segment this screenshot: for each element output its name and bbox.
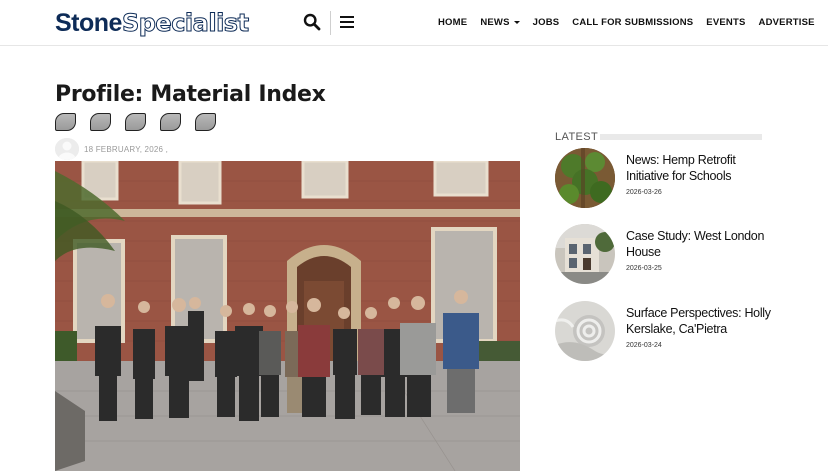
nav-item-call-for-submissions[interactable]: CALL FOR SUBMISSIONS xyxy=(572,17,693,28)
share-button[interactable] xyxy=(90,113,111,131)
sidebar-heading-rule xyxy=(600,134,762,140)
post-thumbnail[interactable] xyxy=(555,148,615,208)
post-title[interactable]: Case Study: West London House xyxy=(626,229,771,260)
nav-label: HOME xyxy=(438,17,468,28)
search-icon[interactable] xyxy=(303,13,321,31)
post-title[interactable]: Surface Perspectives: Holly Kerslake, Ca… xyxy=(626,306,771,337)
share-button[interactable] xyxy=(125,113,146,131)
article-title: Profile: Material Index xyxy=(55,82,326,107)
share-buttons xyxy=(55,113,230,131)
post-date: 2026-03-24 xyxy=(626,342,662,349)
nav-label: JOBS xyxy=(532,17,560,28)
nav-item-home[interactable]: HOME xyxy=(438,17,467,28)
share-button[interactable] xyxy=(160,113,181,131)
share-button[interactable] xyxy=(55,113,76,131)
hero-photo xyxy=(55,161,520,471)
nav-item-jobs[interactable]: JOBS xyxy=(533,17,560,28)
nav-item-advertise[interactable]: ADVERTISE xyxy=(759,17,815,28)
sidebar-heading: LATEST xyxy=(555,131,599,143)
share-button[interactable] xyxy=(195,113,216,131)
post-date: 2026-03-26 xyxy=(626,189,662,196)
nav-item-events[interactable]: EVENTS xyxy=(706,17,745,28)
header-divider xyxy=(330,11,331,35)
nav-item-news[interactable]: NEWS xyxy=(480,17,520,28)
latest-post[interactable]: Surface Perspectives: Holly Kerslake, Ca… xyxy=(555,301,771,363)
logo-part-stone: Stone xyxy=(55,9,122,37)
site-header: Stone Specialist HOME NEWS JOBS CALL FOR… xyxy=(0,0,828,46)
main-nav: HOME NEWS JOBS CALL FOR SUBMISSIONS EVEN… xyxy=(438,17,815,28)
site-logo[interactable]: Stone Specialist xyxy=(55,9,250,38)
hamburger-menu-icon[interactable] xyxy=(340,15,354,29)
nav-label: CALL FOR SUBMISSIONS xyxy=(572,17,694,28)
post-title[interactable]: News: Hemp Retrofit Initiative for Schoo… xyxy=(626,153,771,184)
latest-post[interactable]: News: Hemp Retrofit Initiative for Schoo… xyxy=(555,148,765,210)
post-thumbnail[interactable] xyxy=(555,301,615,361)
page: Stone Specialist HOME NEWS JOBS CALL FOR… xyxy=(0,0,828,475)
post-thumbnail[interactable] xyxy=(555,224,615,284)
latest-post[interactable]: Case Study: West London House 2026-03-25 xyxy=(555,224,765,286)
nav-label: ADVERTISE xyxy=(758,17,815,28)
post-date: 2026-03-25 xyxy=(626,265,662,272)
caret-down-icon xyxy=(513,21,520,24)
article-date: 18 FEBRUARY, 2026 , xyxy=(84,145,168,154)
author-avatar xyxy=(55,138,79,160)
nav-label: NEWS xyxy=(480,17,510,28)
nav-label: EVENTS xyxy=(706,17,746,28)
logo-part-specialist: Specialist xyxy=(121,9,249,38)
